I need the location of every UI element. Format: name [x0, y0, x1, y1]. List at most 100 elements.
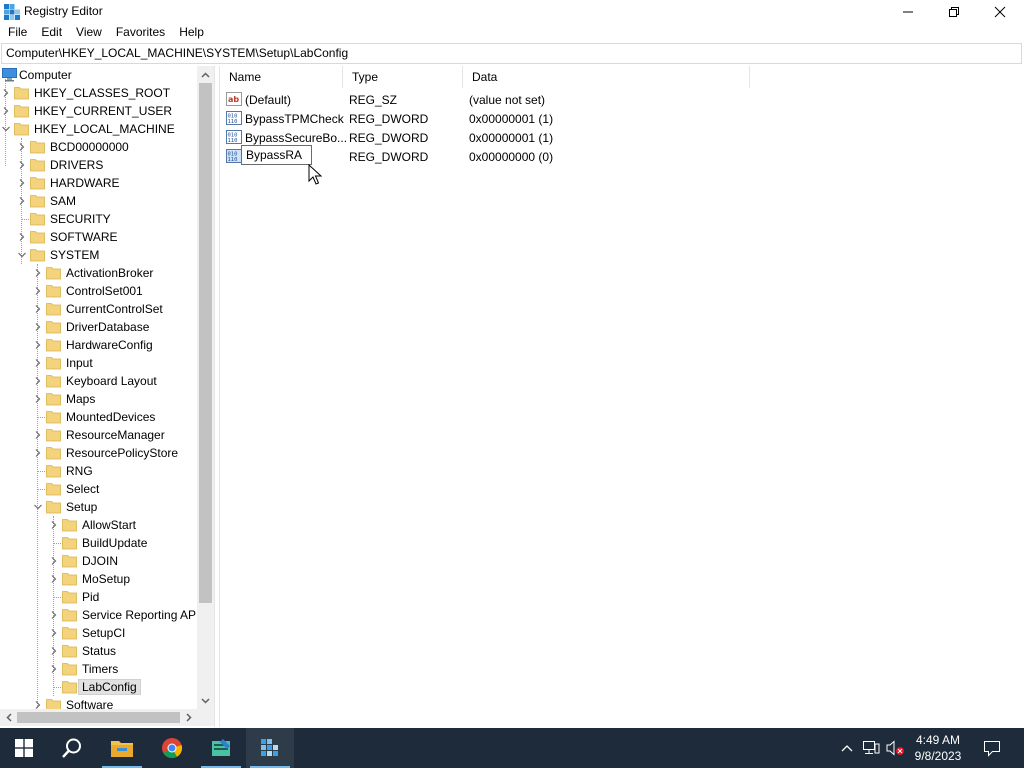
tree-item[interactable]: MountedDevices — [0, 408, 197, 426]
chevron-right-icon[interactable] — [1, 88, 11, 98]
menu-file[interactable]: File — [1, 23, 34, 42]
tree-item[interactable]: Setup — [0, 498, 197, 516]
chevron-right-icon[interactable] — [33, 340, 43, 350]
chevron-right-icon[interactable] — [17, 160, 27, 170]
menu-favorites[interactable]: Favorites — [109, 23, 172, 42]
chevron-right-icon[interactable] — [33, 322, 43, 332]
chevron-down-icon[interactable] — [17, 250, 27, 260]
scroll-left-arrow-icon[interactable] — [0, 709, 17, 726]
network-tray-button[interactable] — [861, 738, 881, 758]
rename-input[interactable]: BypassRA — [241, 145, 312, 165]
tree-item[interactable]: HKEY_CLASSES_ROOT — [0, 84, 197, 102]
tree-item[interactable]: ResourceManager — [0, 426, 197, 444]
tree-item[interactable]: HARDWARE — [0, 174, 197, 192]
tree-item[interactable]: HKEY_LOCAL_MACHINE — [0, 120, 197, 138]
taskbar-clock[interactable]: 4:49 AM 9/8/2023 — [910, 732, 966, 764]
column-header-type[interactable]: Type — [343, 66, 463, 88]
chevron-right-icon[interactable] — [33, 376, 43, 386]
chevron-right-icon[interactable] — [33, 430, 43, 440]
tree-horizontal-scrollbar[interactable] — [0, 709, 197, 726]
close-button[interactable] — [977, 0, 1023, 23]
value-row[interactable]: ab (Default) REG_SZ (value not set) — [220, 90, 760, 109]
scroll-right-arrow-icon[interactable] — [180, 709, 197, 726]
tree-item[interactable]: MoSetup — [0, 570, 197, 588]
scroll-down-arrow-icon[interactable] — [197, 692, 214, 709]
tree-item[interactable]: Software — [0, 696, 197, 709]
show-hidden-icons-button[interactable] — [837, 738, 857, 758]
chrome-button[interactable] — [148, 728, 196, 768]
minimize-button[interactable] — [885, 0, 931, 23]
chevron-right-icon[interactable] — [17, 232, 27, 242]
tree-item[interactable]: Pid — [0, 588, 197, 606]
notepad-button[interactable] — [197, 728, 245, 768]
chevron-right-icon[interactable] — [33, 268, 43, 278]
chevron-right-icon[interactable] — [49, 574, 59, 584]
chevron-right-icon[interactable] — [33, 394, 43, 404]
chevron-right-icon[interactable] — [33, 304, 43, 314]
tree-item[interactable]: BuildUpdate — [0, 534, 197, 552]
tree-item[interactable]: Maps — [0, 390, 197, 408]
tree-item[interactable]: Computer — [0, 66, 197, 84]
tree-vertical-scroll-thumb[interactable] — [199, 83, 212, 603]
tree-item[interactable]: SOFTWARE — [0, 228, 197, 246]
tree-item[interactable]: SECURITY — [0, 210, 197, 228]
menu-help[interactable]: Help — [172, 23, 211, 42]
tree-item[interactable]: DRIVERS — [0, 156, 197, 174]
start-button[interactable] — [0, 728, 48, 768]
tree-item[interactable]: DJOIN — [0, 552, 197, 570]
column-header-name[interactable]: Name — [220, 66, 343, 88]
tree-horizontal-scroll-thumb[interactable] — [17, 712, 180, 723]
chevron-right-icon[interactable] — [49, 664, 59, 674]
tree-item[interactable]: Keyboard Layout — [0, 372, 197, 390]
chevron-right-icon[interactable] — [49, 556, 59, 566]
tree-item[interactable]: Service Reporting API — [0, 606, 197, 624]
notifications-button[interactable] — [982, 738, 1002, 758]
value-row[interactable]: 010 110 BypassRA REG_DWORD 0x00000000 (0) — [220, 145, 760, 166]
address-bar[interactable]: Computer\HKEY_LOCAL_MACHINE\SYSTEM\Setup… — [1, 43, 1022, 64]
menu-view[interactable]: View — [69, 23, 109, 42]
tree-item[interactable]: ActivationBroker — [0, 264, 197, 282]
tree-item[interactable]: SAM — [0, 192, 197, 210]
tree-item[interactable]: SetupCI — [0, 624, 197, 642]
tree-item[interactable]: RNG — [0, 462, 197, 480]
tree-item[interactable]: AllowStart — [0, 516, 197, 534]
registry-editor-taskbar-button[interactable] — [246, 728, 294, 768]
scroll-up-arrow-icon[interactable] — [197, 66, 214, 83]
chevron-right-icon[interactable] — [49, 646, 59, 656]
tree-vertical-scrollbar[interactable] — [197, 66, 214, 709]
file-explorer-button[interactable] — [98, 728, 146, 768]
tree-item[interactable]: CurrentControlSet — [0, 300, 197, 318]
tree-item[interactable]: HardwareConfig — [0, 336, 197, 354]
search-button[interactable] — [48, 728, 96, 768]
value-row[interactable]: 010 110 BypassTPMCheck REG_DWORD 0x00000001 … — [220, 109, 760, 128]
tree-item[interactable]: Timers — [0, 660, 197, 678]
volume-tray-button[interactable] — [885, 738, 905, 758]
chevron-right-icon[interactable] — [33, 448, 43, 458]
chevron-right-icon[interactable] — [17, 142, 27, 152]
chevron-down-icon[interactable] — [33, 502, 43, 512]
tree-item[interactable]: DriverDatabase — [0, 318, 197, 336]
maximize-button[interactable] — [931, 0, 977, 23]
tree-item[interactable]: HKEY_CURRENT_USER — [0, 102, 197, 120]
tree-item[interactable]: Input — [0, 354, 197, 372]
tree-item[interactable]: ResourcePolicyStore — [0, 444, 197, 462]
tree-item[interactable]: Status — [0, 642, 197, 660]
tree-item[interactable]: Select — [0, 480, 197, 498]
chevron-right-icon[interactable] — [17, 178, 27, 188]
tree-item[interactable]: BCD00000000 — [0, 138, 197, 156]
chevron-right-icon[interactable] — [49, 520, 59, 530]
chevron-right-icon[interactable] — [1, 106, 11, 116]
chevron-right-icon[interactable] — [49, 628, 59, 638]
chevron-right-icon[interactable] — [17, 196, 27, 206]
tree-item[interactable]: LabConfig — [0, 678, 197, 696]
chevron-down-icon[interactable] — [1, 124, 11, 134]
menu-edit[interactable]: Edit — [34, 23, 69, 42]
chevron-right-icon[interactable] — [33, 700, 43, 709]
column-header-data[interactable]: Data — [463, 66, 750, 88]
chevron-right-icon[interactable] — [33, 286, 43, 296]
tree-item[interactable]: SYSTEM — [0, 246, 197, 264]
chevron-right-icon[interactable] — [49, 610, 59, 620]
chevron-right-icon[interactable] — [33, 358, 43, 368]
tree-item-label: DRIVERS — [50, 158, 104, 172]
tree-item[interactable]: ControlSet001 — [0, 282, 197, 300]
